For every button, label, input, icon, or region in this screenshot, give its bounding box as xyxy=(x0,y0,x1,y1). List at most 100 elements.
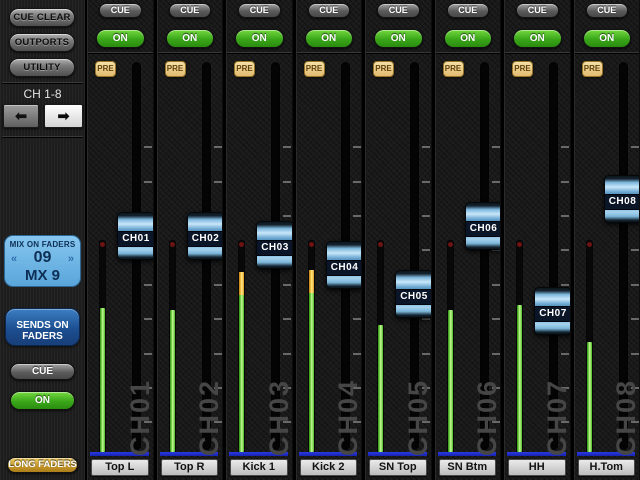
channel-on-button[interactable]: ON xyxy=(444,29,493,48)
pre-badge[interactable]: PRE xyxy=(165,61,186,77)
fader-scale-tick xyxy=(353,181,361,183)
fader-scale-tick xyxy=(422,215,430,217)
channel-on-button[interactable]: ON xyxy=(583,29,632,48)
channel-cue-button[interactable]: CUE xyxy=(99,3,142,18)
pre-badge[interactable]: PRE xyxy=(443,61,464,77)
fader-scale-tick xyxy=(422,181,430,183)
next-bank-arrow-icon[interactable]: ➡ xyxy=(44,104,83,128)
master-cue-button[interactable]: CUE xyxy=(10,363,75,380)
fader-cap[interactable]: CH04 xyxy=(326,241,363,289)
fader-scale-tick xyxy=(422,318,430,320)
fader-scale-tick xyxy=(561,181,569,183)
fader-cap-label: CH05 xyxy=(396,289,432,305)
channel-on-button[interactable]: ON xyxy=(513,29,562,48)
fader-scale-tick xyxy=(631,353,639,355)
pre-badge[interactable]: PRE xyxy=(304,61,325,77)
channel-name-plate[interactable]: Kick 2 xyxy=(300,459,358,476)
meter-yellow-segment xyxy=(239,272,244,295)
mix-number: 09 xyxy=(34,249,52,266)
channel-on-button[interactable]: ON xyxy=(96,29,145,48)
pre-badge[interactable]: PRE xyxy=(234,61,255,77)
fader-scale-tick xyxy=(353,146,361,148)
channel-on-button[interactable]: ON xyxy=(166,29,215,48)
fader-cap[interactable]: CH05 xyxy=(395,270,432,318)
pre-badge[interactable]: PRE xyxy=(512,61,533,77)
channel-cue-button[interactable]: CUE xyxy=(447,3,490,18)
prev-bank-arrow-icon[interactable]: ⬅ xyxy=(3,104,39,128)
channel-strip: CUE ON PRE CH07 CH07 HH xyxy=(504,0,571,480)
channel-name-plate[interactable]: SN Btm xyxy=(439,459,497,476)
utility-button[interactable]: UTILITY xyxy=(9,58,75,77)
channel-watermark: CH04 xyxy=(335,379,361,456)
fader-scale-tick xyxy=(353,215,361,217)
fader-scale-tick xyxy=(144,181,152,183)
channel-strip: CUE ON PRE CH06 CH06 SN Btm xyxy=(435,0,502,480)
fader-scale-tick xyxy=(353,353,361,355)
fader-cap[interactable]: CH03 xyxy=(256,221,293,269)
channel-watermark: CH05 xyxy=(405,379,431,456)
fader-cap-label: CH07 xyxy=(535,306,571,322)
pre-badge[interactable]: PRE xyxy=(95,61,116,77)
outports-button[interactable]: OUTPORTS xyxy=(9,33,75,52)
meter-fill xyxy=(239,272,244,452)
channel-on-button[interactable]: ON xyxy=(235,29,284,48)
pre-badge[interactable]: PRE xyxy=(373,61,394,77)
fader-scale-tick xyxy=(283,318,291,320)
channel-name-plate[interactable]: HH xyxy=(508,459,566,476)
channel-name-plate[interactable]: Kick 1 xyxy=(230,459,288,476)
meter-fill xyxy=(378,325,383,452)
fader-scale-tick xyxy=(144,146,152,148)
fader-scale-tick xyxy=(283,353,291,355)
meter-fill xyxy=(100,308,105,452)
long-faders-button[interactable]: LONG FADERS xyxy=(7,457,78,473)
mix-next-chevron-icon[interactable]: » xyxy=(68,251,74,267)
fader-cap[interactable]: CH07 xyxy=(534,287,571,335)
channel-on-button[interactable]: ON xyxy=(305,29,354,48)
fader-scale-tick xyxy=(214,181,222,183)
mix-name: MX 9 xyxy=(5,268,80,283)
peak-indicator xyxy=(239,242,244,247)
fader-scale-tick xyxy=(214,284,222,286)
cue-clear-button[interactable]: CUE CLEAR xyxy=(9,8,75,27)
channel-name-plate[interactable]: Top L xyxy=(91,459,149,476)
master-on-button[interactable]: ON xyxy=(10,391,75,410)
divider xyxy=(2,136,83,137)
channel-cue-button[interactable]: CUE xyxy=(238,3,281,18)
divider xyxy=(575,52,640,53)
channel-name-plate[interactable]: SN Top xyxy=(369,459,427,476)
channel-watermark: CH02 xyxy=(196,379,222,456)
fader-scale-tick xyxy=(492,284,500,286)
fader-cap[interactable]: CH06 xyxy=(465,202,502,250)
channel-on-button[interactable]: ON xyxy=(374,29,423,48)
channel-strip: CUE ON PRE CH08 CH08 H.Tom xyxy=(574,0,640,480)
fader-scale-tick xyxy=(492,146,500,148)
fader-cap[interactable]: CH08 xyxy=(604,175,640,223)
fader-cap[interactable]: CH01 xyxy=(117,212,154,260)
channel-cue-button[interactable]: CUE xyxy=(377,3,420,18)
channel-strip: CUE ON PRE CH03 CH03 Kick 1 xyxy=(226,0,293,480)
divider xyxy=(2,82,83,83)
channel-cue-button[interactable]: CUE xyxy=(516,3,559,18)
fader-cap[interactable]: CH02 xyxy=(187,212,224,260)
sends-on-faders-button[interactable]: SENDS ON FADERS xyxy=(5,308,80,346)
fader-scale-tick xyxy=(631,318,639,320)
channel-cue-button[interactable]: CUE xyxy=(169,3,212,18)
peak-indicator xyxy=(170,242,175,247)
channel-name-plate[interactable]: H.Tom xyxy=(578,459,636,476)
channel-range-label: CH 1-8 xyxy=(0,87,85,101)
fader-scale-tick xyxy=(631,284,639,286)
fader-cap-label: CH08 xyxy=(605,194,640,210)
fader-scale-tick xyxy=(561,353,569,355)
channel-cue-button[interactable]: CUE xyxy=(308,3,351,18)
fader-scale-tick xyxy=(214,318,222,320)
fader-cap-label: CH04 xyxy=(327,260,363,276)
pre-badge[interactable]: PRE xyxy=(582,61,603,77)
fader-scale-tick xyxy=(422,249,430,251)
divider xyxy=(366,52,431,53)
mix-prev-chevron-icon[interactable]: « xyxy=(11,251,17,267)
channel-strip: CUE ON PRE CH02 CH02 Top R xyxy=(157,0,224,480)
channel-name-plate[interactable]: Top R xyxy=(161,459,219,476)
channel-cue-button[interactable]: CUE xyxy=(586,3,629,18)
peak-indicator xyxy=(587,242,592,247)
mix-on-faders-panel[interactable]: MIX ON FADERS « 09 » MX 9 xyxy=(4,235,81,287)
